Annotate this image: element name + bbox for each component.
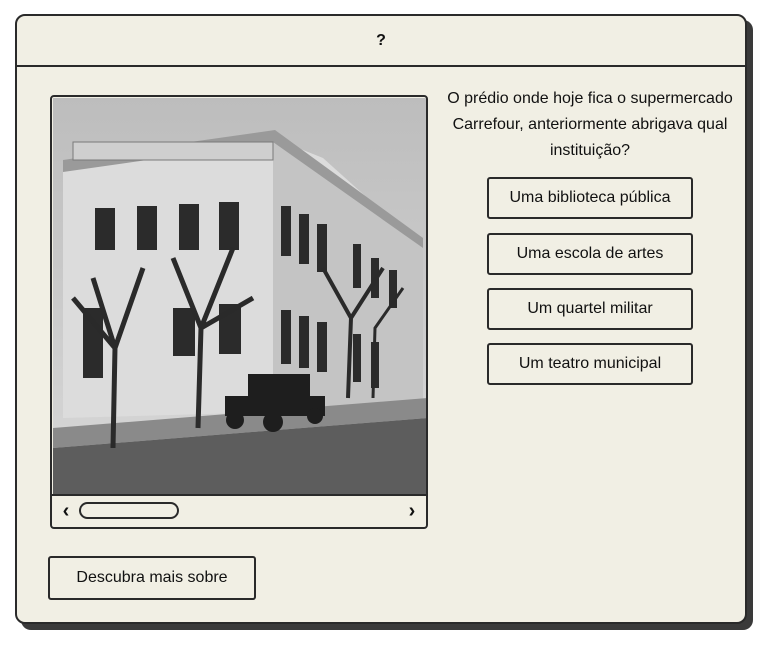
window-title: ? [376, 31, 386, 49]
scroll-right-icon[interactable]: › [402, 501, 422, 521]
image-scrollbar[interactable]: ‹ › [52, 494, 426, 527]
question-text: O prédio onde hoje fica o supermercado C… [447, 90, 733, 159]
scrollbar-thumb[interactable] [79, 502, 179, 519]
learn-more-button[interactable]: Descubra mais sobre [48, 556, 256, 600]
scroll-left-icon[interactable]: ‹ [56, 501, 76, 521]
answer-button-2[interactable]: Uma escola de artes [487, 233, 693, 275]
answer-button-3[interactable]: Um quartel militar [487, 288, 693, 330]
image-viewer: ‹ › [50, 95, 428, 529]
answer-button-1[interactable]: Uma biblioteca pública [487, 177, 693, 219]
historic-building-photo [53, 98, 426, 494]
quiz-window: ? ‹ › O prédio onde hoje fica o supermer… [15, 14, 747, 624]
title-bar: ? [17, 16, 745, 67]
answer-button-4[interactable]: Um teatro municipal [487, 343, 693, 385]
